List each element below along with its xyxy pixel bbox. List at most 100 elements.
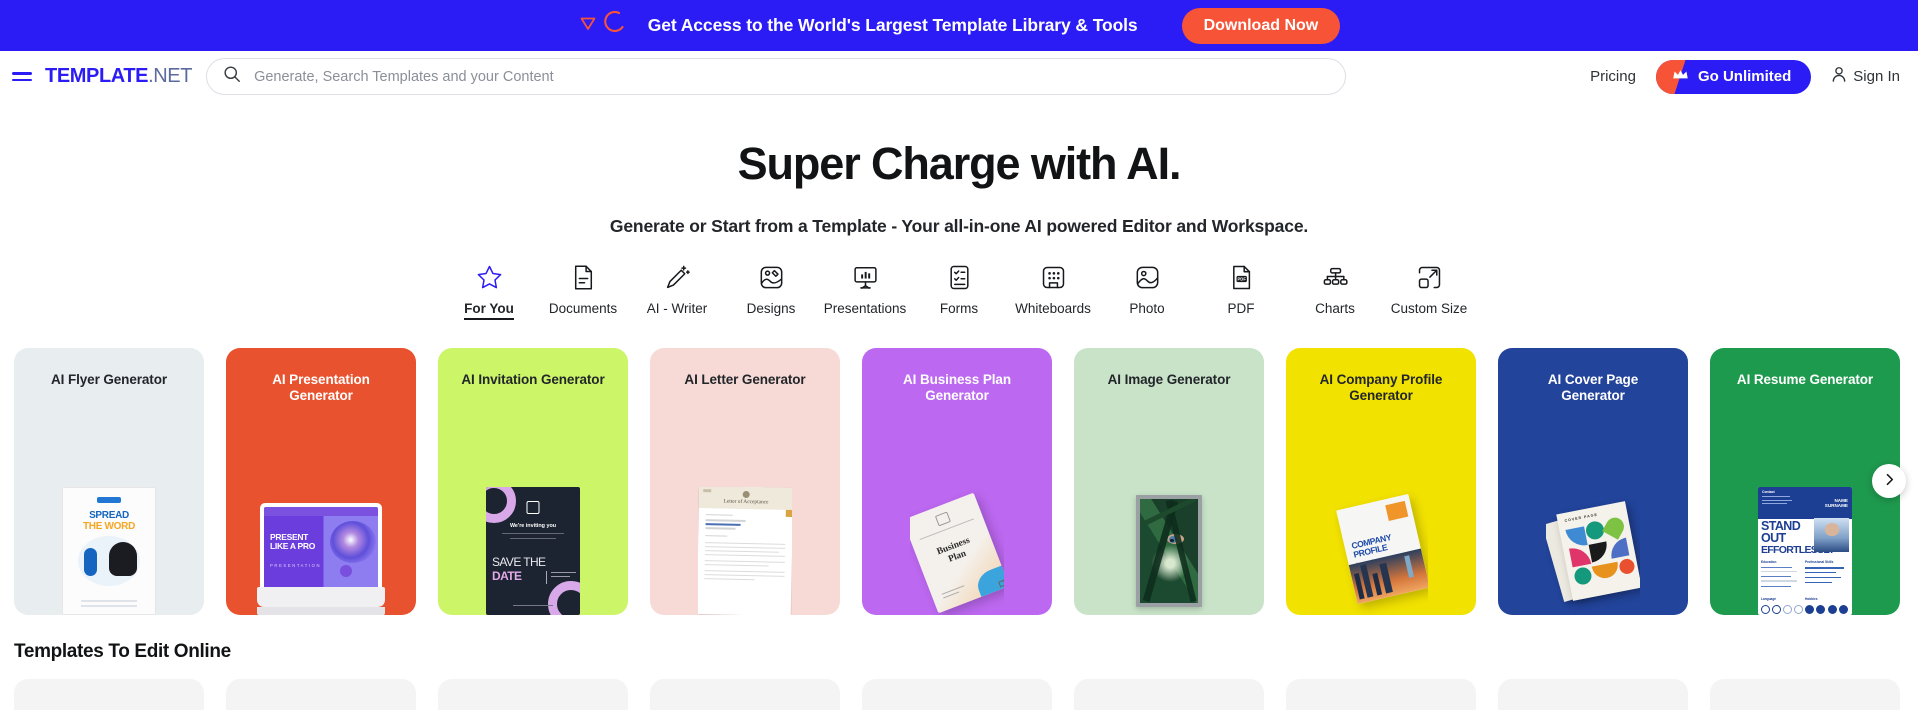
category-item-forms[interactable]: Forms (912, 263, 1006, 320)
generator-card-thumbnail: SPREAD THE WORD (62, 487, 156, 615)
triangle-down-icon (578, 13, 598, 38)
category-label: Custom Size (1390, 301, 1468, 316)
template-placeholder-card[interactable] (226, 679, 416, 710)
pdf-file-icon: PDF (1229, 263, 1254, 291)
category-item-designs[interactable]: Designs (724, 263, 818, 320)
generator-card[interactable]: AI Invitation Generator We're inviting y… (438, 348, 628, 615)
search-icon (223, 65, 241, 88)
category-label: Charts (1315, 301, 1355, 316)
generator-card-title: AI Company Profile Generator (1319, 372, 1443, 403)
category-label: For You (464, 301, 514, 320)
template-placeholder-card[interactable] (1710, 679, 1900, 710)
generators-carousel: AI Flyer Generator SPREAD THE WORD AI Pr… (0, 348, 1918, 615)
category-item-custom-size[interactable]: Custom Size (1382, 263, 1476, 320)
category-item-photo[interactable]: Photo (1100, 263, 1194, 320)
search-bar[interactable] (206, 58, 1347, 95)
template-placeholder-card[interactable] (438, 679, 628, 710)
sign-in-label: Sign In (1853, 68, 1900, 85)
svg-text:PDF: PDF (1237, 276, 1246, 281)
download-now-button[interactable]: Download Now (1181, 7, 1341, 44)
logo-group[interactable]: TEMPLATE.NET (10, 65, 192, 88)
generator-card-thumbnail: Business Plan (910, 487, 1004, 615)
category-label: Presentations (823, 301, 907, 316)
promo-banner-text: Get Access to the World's Largest Templa… (647, 15, 1138, 35)
generator-card-thumbnail: Contact NAME SURNAME STAND OUT EFFORTLESSL… (1758, 487, 1852, 615)
category-item-presentations[interactable]: Presentations (818, 263, 912, 320)
logo-tld: .NET (148, 65, 193, 87)
design-image-icon (758, 263, 785, 291)
generator-card-title: AI Business Plan Generator (903, 372, 1011, 403)
generator-card-thumbnail: Letter of Acceptance (698, 487, 792, 615)
generator-card-title: AI Letter Generator (684, 372, 806, 387)
generator-card-title: AI Presentation Generator (272, 372, 370, 403)
generator-card-title: AI Invitation Generator (461, 372, 605, 387)
category-label: Whiteboards (1015, 301, 1091, 316)
hero-section: Super Charge with AI. Generate or Start … (0, 102, 1918, 237)
go-unlimited-label: Go Unlimited (1697, 68, 1792, 85)
generator-cards-row: AI Flyer Generator SPREAD THE WORD AI Pr… (14, 348, 1918, 615)
category-label: Documents (548, 301, 618, 316)
category-item-pdf[interactable]: PDF PDF (1194, 263, 1288, 320)
resize-arrow-icon (1416, 263, 1443, 291)
generator-card-thumbnail: PRESENT LIKE A PRO PRESENTATION (257, 503, 385, 615)
generator-card-thumbnail: COMPANYPROFILE Company Inc. (1334, 487, 1428, 615)
org-chart-icon (1322, 263, 1349, 291)
generator-card[interactable]: AI Image Generator (1074, 348, 1264, 615)
generator-card[interactable]: AI Cover Page Generator COVER PAGE (1498, 348, 1688, 615)
carousel-next-button[interactable] (1872, 464, 1906, 498)
crown-icon (1672, 68, 1689, 85)
promo-icon-group (578, 10, 626, 41)
site-header: TEMPLATE.NET Pricing Go Unlimited Sign I… (0, 51, 1918, 102)
star-icon (476, 263, 503, 291)
generator-card[interactable]: AI Company Profile Generator COMPANY PROF… (1286, 348, 1476, 615)
category-item-whiteboards[interactable]: Whiteboards (1006, 263, 1100, 320)
generator-card[interactable]: AI Letter Generator Letter of Acceptance (650, 348, 840, 615)
category-label: Designs (746, 301, 796, 316)
whiteboard-icon (1040, 263, 1067, 291)
photo-icon (1134, 263, 1161, 291)
template-placeholder-card[interactable] (650, 679, 840, 710)
magic-pen-icon (664, 263, 691, 291)
search-input[interactable] (254, 68, 1330, 85)
generator-card-title: AI Image Generator (1107, 372, 1231, 387)
category-item-for-you[interactable]: For You (442, 263, 536, 320)
template-placeholder-card[interactable] (14, 679, 204, 710)
sign-in-button[interactable]: Sign In (1831, 66, 1900, 87)
hero-subtitle: Generate or Start from a Template - Your… (609, 216, 1309, 236)
generator-card[interactable]: AI Flyer Generator SPREAD THE WORD (14, 348, 204, 615)
logo-brand: TEMPLATE (45, 65, 149, 87)
category-item-ai-writer[interactable]: AI - Writer (630, 263, 724, 320)
generator-card-title: AI Resume Generator (1736, 372, 1874, 387)
header-actions: Pricing Go Unlimited Sign In (1590, 59, 1900, 94)
form-checklist-icon (947, 263, 972, 291)
loading-arc-icon (604, 10, 626, 41)
presentation-icon (852, 263, 879, 291)
user-person-icon (1831, 66, 1847, 87)
document-icon (571, 263, 596, 291)
category-label: AI - Writer (646, 301, 708, 316)
template-placeholder-card[interactable] (1498, 679, 1688, 710)
category-item-charts[interactable]: Charts (1288, 263, 1382, 320)
chevron-right-icon (1883, 473, 1896, 489)
template-placeholder-card[interactable] (1074, 679, 1264, 710)
category-label: Photo (1129, 301, 1165, 316)
generator-card[interactable]: AI Presentation Generator PRESENT LIKE A … (226, 348, 416, 615)
generator-card-title: AI Cover Page Generator (1547, 372, 1639, 403)
promo-banner: Get Access to the World's Largest Templa… (0, 0, 1918, 51)
category-label: PDF (1227, 301, 1255, 316)
generator-card-title: AI Flyer Generator (51, 372, 167, 387)
category-item-documents[interactable]: Documents (536, 263, 630, 320)
category-label: Forms (939, 301, 979, 316)
go-unlimited-button[interactable]: Go Unlimited (1655, 59, 1812, 94)
generator-card-thumbnail (1122, 487, 1216, 615)
page-title: Super Charge with AI. (737, 138, 1182, 189)
site-logo[interactable]: TEMPLATE.NET (45, 65, 192, 88)
section-heading: Templates To Edit Online (14, 641, 231, 662)
hamburger-menu-icon[interactable] (10, 70, 34, 83)
generator-card-thumbnail: We're inviting you SAVE THE DATE (486, 487, 580, 615)
template-placeholder-card[interactable] (862, 679, 1052, 710)
category-nav: For You Documents AI - Writer Designs Presen… (0, 263, 1918, 320)
template-placeholder-card[interactable] (1286, 679, 1476, 710)
pricing-link[interactable]: Pricing (1590, 68, 1636, 85)
generator-card[interactable]: AI Business Plan Generator Business Plan (862, 348, 1052, 615)
